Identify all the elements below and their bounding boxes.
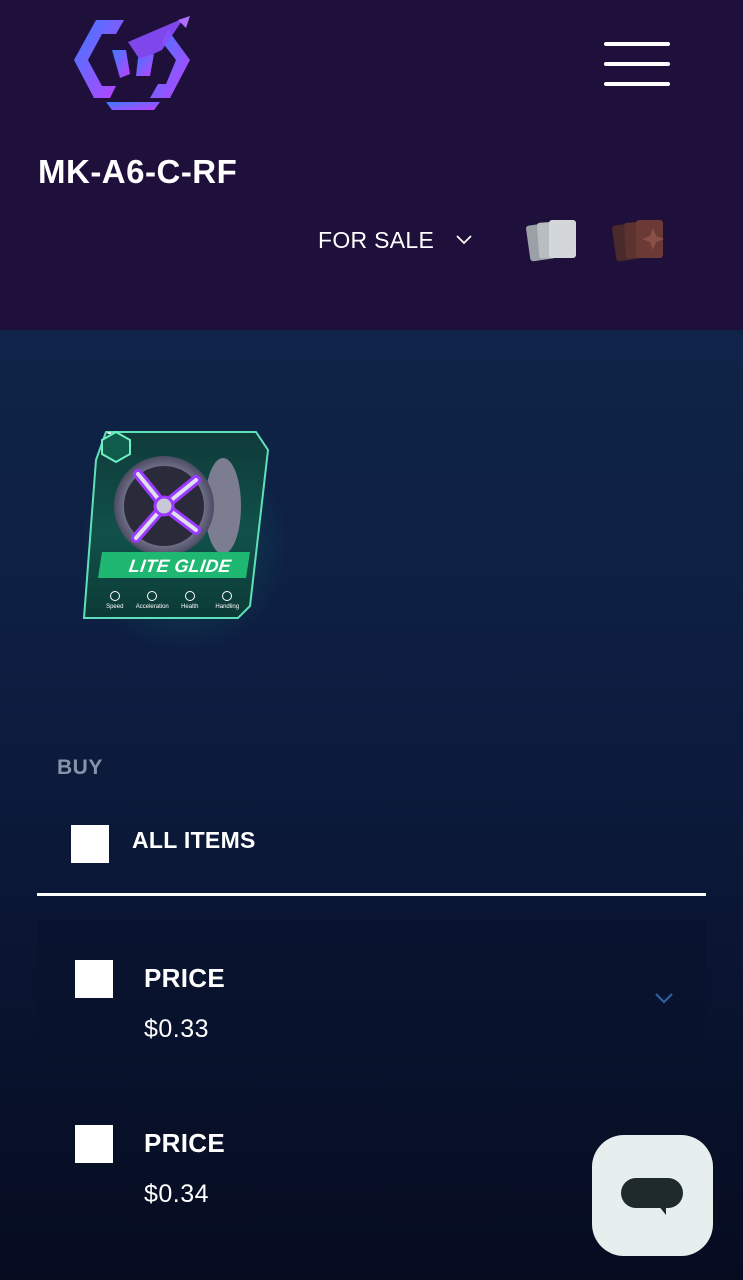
listing-checkbox[interactable]	[75, 960, 113, 998]
speed-icon	[109, 591, 120, 601]
card-name: LITE GLIDE	[127, 556, 233, 576]
top-header: MK-A6-C-RF FOR SALE	[0, 0, 743, 330]
all-items-label: ALL ITEMS	[132, 827, 256, 853]
stat-speed: Speed	[96, 591, 134, 610]
item-card[interactable]: - LITE GLIDE Speed Acceleration Health H…	[78, 420, 274, 626]
stat-handling: Handling	[209, 591, 247, 610]
menu-line	[604, 82, 670, 86]
menu-line	[604, 42, 670, 46]
menu-button[interactable]	[600, 38, 672, 90]
cards-stack-icon[interactable]	[522, 214, 584, 268]
stat-label: Speed	[106, 604, 124, 610]
stat-label: Health	[181, 604, 199, 610]
stat-label: Acceleration	[135, 604, 169, 610]
divider	[37, 893, 706, 896]
app-logo[interactable]	[66, 14, 198, 114]
listing-row[interactable]: PRICE $0.33	[37, 920, 706, 1070]
chat-button[interactable]	[592, 1135, 713, 1256]
chevron-down-icon[interactable]	[654, 992, 674, 1004]
page-title: MK-A6-C-RF	[38, 153, 238, 190]
price-label: PRICE	[144, 1128, 225, 1158]
stat-label: Handling	[215, 604, 240, 610]
price-value: $0.34	[144, 1180, 210, 1208]
sale-status-dropdown[interactable]: FOR SALE	[306, 218, 484, 262]
listing-checkbox[interactable]	[75, 1125, 113, 1163]
health-icon	[184, 591, 195, 601]
card-stats: Speed Acceleration Health Handling	[96, 591, 246, 610]
sale-status-label: FOR SALE	[318, 226, 435, 253]
stat-acceleration: Acceleration	[134, 591, 172, 610]
buy-heading: BUY	[57, 756, 103, 779]
price-label: PRICE	[144, 963, 225, 993]
handling-icon	[222, 591, 233, 601]
chevron-down-icon	[456, 235, 472, 245]
card-badge: -	[107, 424, 112, 440]
chat-bubble-icon	[621, 1178, 683, 1215]
packs-icon[interactable]	[608, 214, 670, 268]
menu-line	[604, 62, 670, 66]
price-value: $0.33	[144, 1015, 210, 1043]
stat-health: Health	[171, 591, 209, 610]
acceleration-icon	[147, 591, 158, 601]
all-items-checkbox[interactable]	[71, 825, 109, 863]
